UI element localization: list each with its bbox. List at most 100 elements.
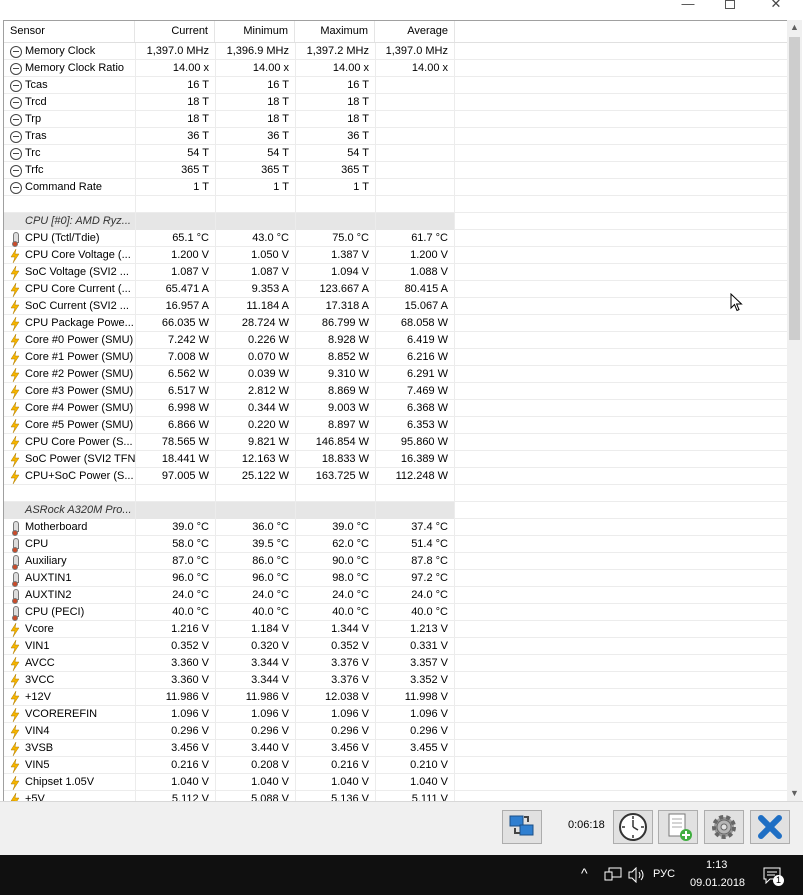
maximum-value: 1.094 V	[295, 264, 375, 281]
sensor-row[interactable]: AVCC 3.360 V 3.344 V 3.376 V 3.357 V	[4, 655, 788, 672]
sensor-row[interactable]: Trcd 18 T 18 T 18 T	[4, 94, 788, 111]
maximum-value: 0.216 V	[295, 757, 375, 774]
column-header-average[interactable]: Average	[375, 21, 455, 42]
sensor-row[interactable]: Command Rate 1 T1 T1 T	[4, 179, 788, 196]
average-value: 95.860 W	[375, 434, 455, 451]
maximum-value: 8.928 W	[295, 332, 375, 349]
sensor-row[interactable]: Core #0 Power (SMU) 7.242 W 0.226 W 8.928 W…	[4, 332, 788, 349]
sensor-row[interactable]: Memory Clock Ratio 14.00 x 14.00 x 14.00 x1…	[4, 60, 788, 77]
sensor-row[interactable]: VIN1 0.352 V 0.320 V 0.352 V 0.331 V	[4, 638, 788, 655]
column-header-minimum[interactable]: Minimum	[215, 21, 295, 42]
close-window-button[interactable]: ✕	[761, 0, 791, 12]
sensor-row[interactable]: Core #3 Power (SMU) 6.517 W 2.812 W 8.869 W…	[4, 383, 788, 400]
sensor-row[interactable]: VCOREREFIN 1.096 V 1.096 V 1.096 V 1.096 V	[4, 706, 788, 723]
current-value: 0.216 V	[135, 757, 215, 774]
minimum-value: 96.0 °C	[215, 570, 295, 587]
maximum-value	[295, 485, 375, 502]
average-value	[375, 485, 455, 502]
sensor-group-row[interactable]: CPU [#0]: AMD Ryz...	[4, 213, 788, 230]
sensor-row[interactable]: VIN4 0.296 V 0.296 V 0.296 V 0.296 V	[4, 723, 788, 740]
sensor-row[interactable]: CPU Core Power (S... 78.565 W 9.821 W 146.8…	[4, 434, 788, 451]
maximum-value: 0.352 V	[295, 638, 375, 655]
current-value: 18.441 W	[135, 451, 215, 468]
sensor-row[interactable]: Tcas 16 T 16 T 16 T	[4, 77, 788, 94]
sensor-row[interactable]: Core #1 Power (SMU) 7.008 W 0.070 W 8.852 W…	[4, 349, 788, 366]
sensor-row[interactable]: Auxiliary 87.0 °C 86.0 °C 90.0 °C 87.8 °C	[4, 553, 788, 570]
sensor-row[interactable]: Trc 54 T 54 T 54 T	[4, 145, 788, 162]
network-sensors-icon	[509, 815, 534, 836]
sensor-row[interactable]: Core #2 Power (SMU) 6.562 W 0.039 W 9.310 W…	[4, 366, 788, 383]
sensor-row[interactable]: SoC Voltage (SVI2 ... 1.087 V 1.087 V 1.094…	[4, 264, 788, 281]
maximize-button[interactable]	[715, 0, 745, 12]
average-value	[375, 162, 455, 179]
sensor-row[interactable]: SoC Power (SVI2 TFN) 18.441 W 12.163 W 18.8…	[4, 451, 788, 468]
sensor-row[interactable]: CPU (Tctl/Tdie) 65.1 °C 43.0 °C 75.0 °C 61.7…	[4, 230, 788, 247]
language-indicator[interactable]: РУС	[653, 868, 675, 880]
sensor-row[interactable]: CPU+SoC Power (S... 97.005 W 25.122 W 163.7…	[4, 468, 788, 485]
sensor-row[interactable]: Core #5 Power (SMU) 6.866 W 0.220 W 8.897 W…	[4, 417, 788, 434]
column-header-current[interactable]: Current	[135, 21, 215, 42]
sensor-row[interactable]: Trfc 365 T 365 T 365 T	[4, 162, 788, 179]
vertical-scrollbar[interactable]: ▲ ▼	[787, 20, 802, 801]
add-report-button[interactable]	[658, 810, 698, 844]
scroll-up-icon[interactable]: ▲	[787, 20, 802, 35]
current-value: 1.216 V	[135, 621, 215, 638]
timer-reset-button[interactable]	[613, 810, 653, 844]
minimum-value: 39.5 °C	[215, 536, 295, 553]
sensor-row[interactable]: AUXTIN1 96.0 °C 96.0 °C 98.0 °C 97.2 °C	[4, 570, 788, 587]
minimize-button[interactable]: —	[673, 0, 703, 12]
sensor-row[interactable]: Core #4 Power (SMU) 6.998 W 0.344 W 9.003 W…	[4, 400, 788, 417]
sensor-row[interactable]: +12V 11.986 V 11.986 V 12.038 V 11.998 V	[4, 689, 788, 706]
sensor-row[interactable]: 3VSB 3.456 V 3.440 V 3.456 V 3.455 V	[4, 740, 788, 757]
current-value: 6.866 W	[135, 417, 215, 434]
average-value: 1,397.0 MHz	[375, 43, 455, 60]
sensor-name	[4, 196, 135, 213]
maximum-value: 62.0 °C	[295, 536, 375, 553]
sensor-network-button[interactable]	[502, 810, 542, 844]
average-value: 0.296 V	[375, 723, 455, 740]
sensor-name: Core #0 Power (SMU)	[25, 334, 134, 346]
average-value: 112.248 W	[375, 468, 455, 485]
average-value: 6.216 W	[375, 349, 455, 366]
volume-icon[interactable]	[628, 867, 646, 883]
current-value: 3.360 V	[135, 655, 215, 672]
sensor-row[interactable]: Vcore 1.216 V 1.184 V 1.344 V 1.213 V	[4, 621, 788, 638]
column-header-maximum[interactable]: Maximum	[295, 21, 375, 42]
sensor-row[interactable]: CPU Package Powe... 66.035 W 28.724 W 86.79…	[4, 315, 788, 332]
maximum-value: 24.0 °C	[295, 587, 375, 604]
column-header-sensor[interactable]: Sensor	[4, 21, 135, 42]
sensor-row[interactable]: CPU Core Current (... 65.471 A 9.353 A 123.…	[4, 281, 788, 298]
sensor-row[interactable]: Trp 18 T 18 T 18 T	[4, 111, 788, 128]
sensor-row[interactable]: VIN5 0.216 V 0.208 V 0.216 V 0.210 V	[4, 757, 788, 774]
network-icon[interactable]	[604, 867, 622, 883]
sensor-row[interactable]: AUXTIN2 24.0 °C 24.0 °C 24.0 °C 24.0 °C	[4, 587, 788, 604]
sensor-row[interactable]: SoC Current (SVI2 ... 16.957 A 11.184 A 17.…	[4, 298, 788, 315]
average-value: 7.469 W	[375, 383, 455, 400]
sensor-row[interactable]: CPU (PECI) 40.0 °C 40.0 °C 40.0 °C 40.0 °C	[4, 604, 788, 621]
settings-gear-icon	[712, 815, 736, 839]
settings-button[interactable]	[704, 810, 744, 844]
current-value: 40.0 °C	[135, 604, 215, 621]
tray-chevron-icon[interactable]: ^	[581, 865, 588, 881]
sensor-group-row[interactable]: ASRock A320M Pro...	[4, 502, 788, 519]
minimum-value: 18 T	[215, 111, 295, 128]
scrollbar-thumb[interactable]	[789, 37, 800, 340]
sensor-row[interactable]: CPU Core Voltage (... 1.200 V 1.050 V 1.387…	[4, 247, 788, 264]
sensor-row[interactable]: Chipset 1.05V 1.040 V 1.040 V 1.040 V 1.040 …	[4, 774, 788, 791]
exit-button[interactable]	[750, 810, 790, 844]
sensor-name: Command Rate	[25, 181, 103, 193]
minimum-value: 1,396.9 MHz	[215, 43, 295, 60]
sensor-row[interactable]: Motherboard 39.0 °C 36.0 °C 39.0 °C 37.4 °C	[4, 519, 788, 536]
clock-time[interactable]: 1:13	[706, 859, 727, 871]
sensor-row[interactable]: 3VCC 3.360 V 3.344 V 3.376 V 3.352 V	[4, 672, 788, 689]
sensor-row[interactable]: Tras 36 T 36 T 36 T	[4, 128, 788, 145]
clock-date[interactable]: 09.01.2018	[690, 877, 745, 889]
scroll-down-icon[interactable]: ▼	[787, 786, 802, 801]
average-value: 1.200 V	[375, 247, 455, 264]
sensor-name	[4, 485, 135, 502]
sensor-row[interactable]: CPU 58.0 °C 39.5 °C 62.0 °C 51.4 °C	[4, 536, 788, 553]
elapsed-timer: 0:06:18	[568, 819, 605, 831]
maximum-value: 8.852 W	[295, 349, 375, 366]
sensor-row[interactable]: Memory Clock 1,397.0 MHz 1,396.9 MHz 1,397.…	[4, 43, 788, 60]
current-value: 1.096 V	[135, 706, 215, 723]
